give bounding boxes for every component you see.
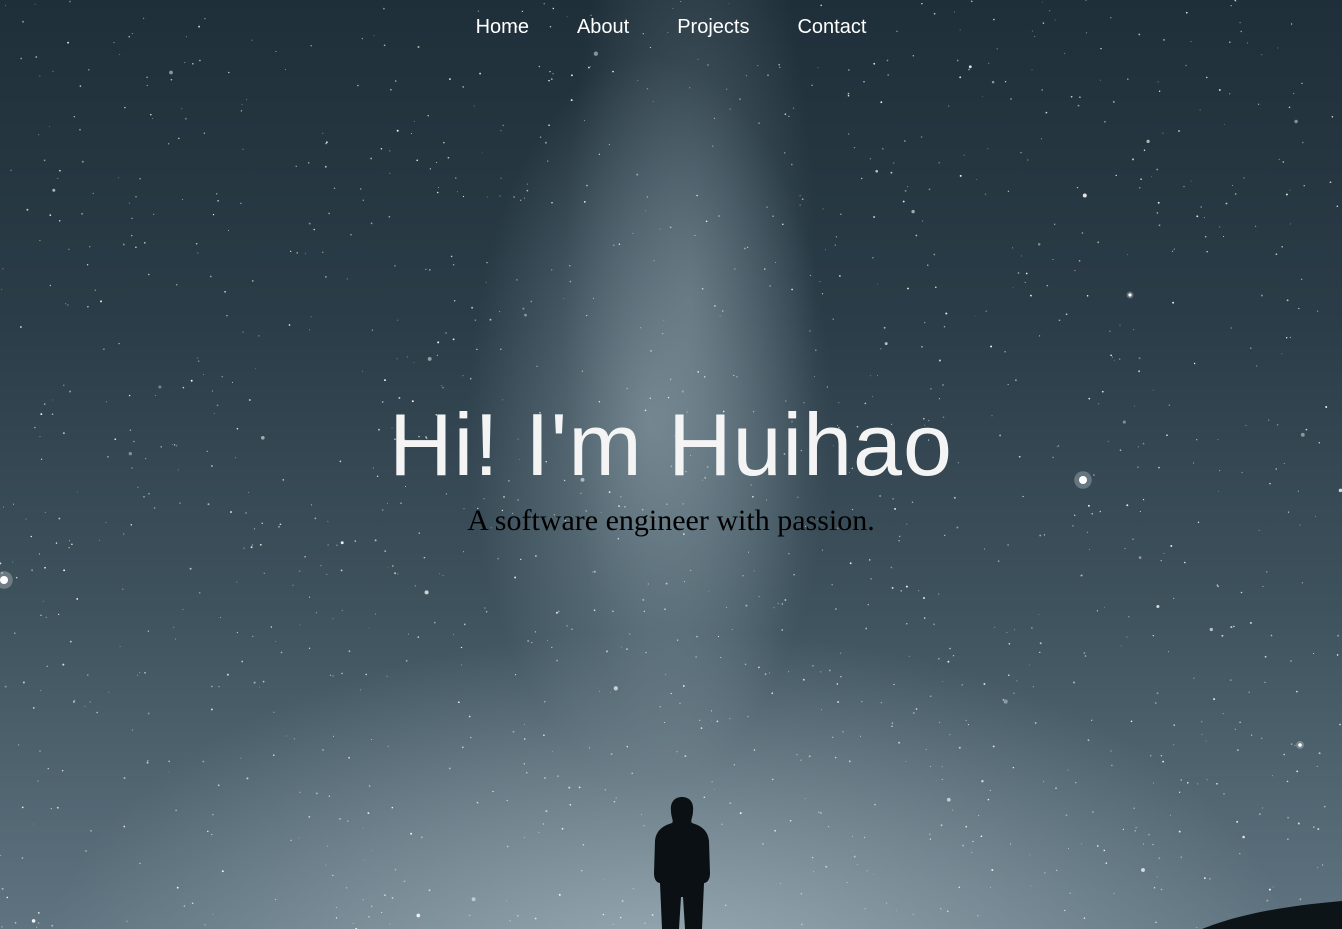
top-navigation: Home About Projects Contact [0, 14, 1342, 40]
nav-about-link[interactable]: About [553, 14, 653, 40]
hero-headline: Hi! I'm Huihao [389, 395, 953, 494]
person-silhouette-image [654, 797, 710, 929]
nav-home-link[interactable]: Home [452, 14, 553, 40]
nav-contact-link[interactable]: Contact [773, 14, 890, 40]
hero-tagline: A software engineer with passion. [467, 504, 875, 537]
hill-silhouette-image [1202, 901, 1342, 929]
nav-projects-link[interactable]: Projects [653, 14, 773, 40]
